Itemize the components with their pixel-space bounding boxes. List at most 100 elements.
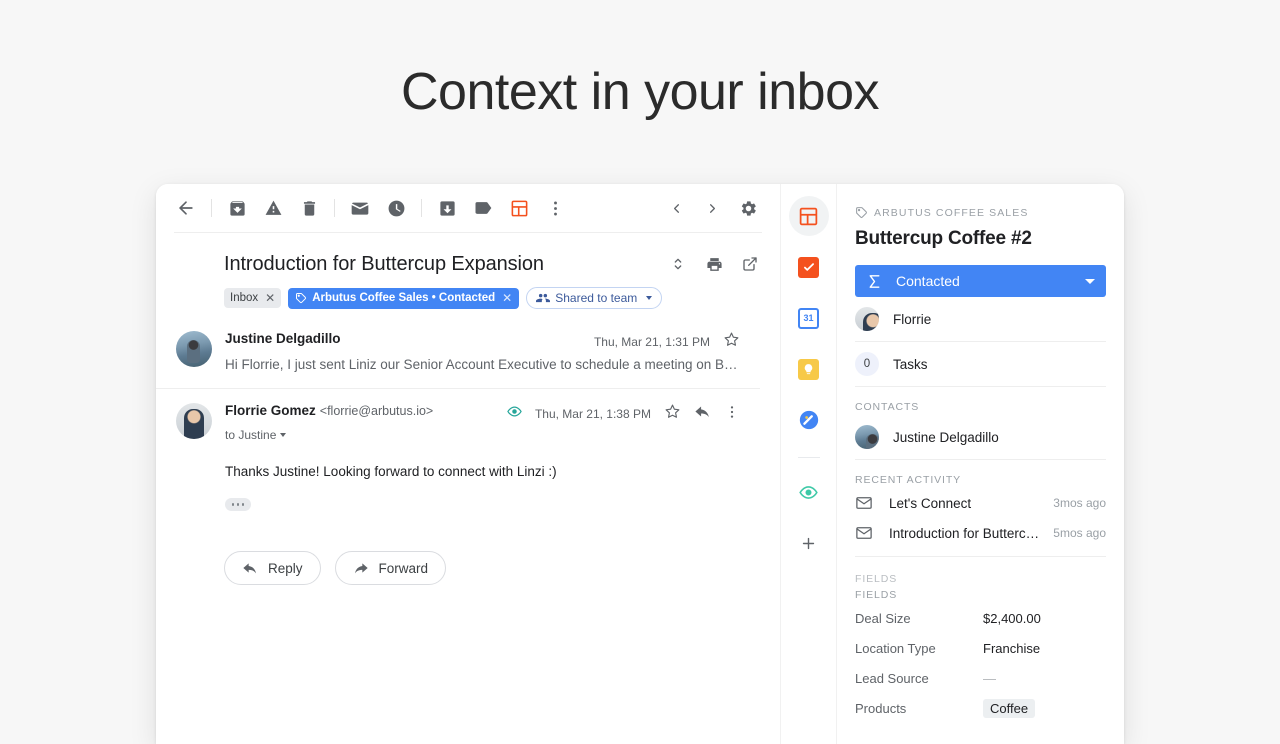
thread-header: Introduction for Buttercup Expansion Inb… — [156, 233, 780, 309]
reply-icon[interactable] — [694, 403, 711, 425]
crm-field-value: Coffee — [983, 698, 1036, 718]
crm-activity-time: 3mos ago — [1053, 496, 1106, 510]
show-trimmed-content-icon[interactable] — [225, 498, 251, 511]
read-receipt-icon[interactable] — [789, 472, 829, 512]
calendar-date-label: 31 — [800, 309, 817, 327]
crm-field-row[interactable]: Lead Source — — [855, 663, 1106, 693]
mark-unread-icon[interactable] — [342, 190, 378, 226]
message-actions: Reply Forward — [156, 521, 760, 585]
star-icon[interactable] — [664, 403, 681, 425]
crm-field-key: Lead Source — [855, 670, 929, 686]
print-icon[interactable] — [704, 254, 724, 274]
crm-pipeline-label: Arbutus Coffee Sales — [874, 206, 1029, 219]
crm-pipeline: Arbutus Coffee Sales — [855, 206, 1106, 219]
crm-field-row[interactable]: Deal Size $2,400.00 — [855, 603, 1106, 633]
chip-streak-label[interactable]: Arbutus Coffee Sales • Contacted ✕ — [288, 287, 520, 309]
forward-button[interactable]: Forward — [334, 551, 447, 585]
message-more-options-icon[interactable] — [724, 404, 740, 425]
more-options-icon[interactable] — [537, 190, 573, 226]
crm-stage-label: Contacted — [896, 273, 960, 289]
settings-gear-icon[interactable] — [730, 190, 766, 226]
streak-boxes-icon[interactable] — [501, 190, 537, 226]
message-body: Thanks Justine! Looking forward to conne… — [225, 464, 557, 479]
crm-assignee-name: Florrie — [893, 311, 932, 327]
crm-field-key: Location Type — [855, 640, 936, 656]
google-tasks-icon[interactable] — [789, 247, 829, 287]
crm-divider — [855, 556, 1106, 557]
newer-message-button[interactable] — [658, 190, 694, 226]
report-spam-icon[interactable] — [255, 190, 291, 226]
star-icon[interactable] — [723, 331, 740, 353]
crm-activity-time: 5mos ago — [1053, 526, 1106, 540]
crm-activity-name: Let's Connect — [889, 495, 972, 511]
crm-field-row[interactable]: Location Type Franchise — [855, 633, 1106, 663]
snooze-icon[interactable] — [378, 190, 414, 226]
read-receipt-icon — [507, 404, 522, 424]
chevron-down-icon[interactable] — [646, 296, 653, 300]
chevron-down-icon[interactable] — [280, 433, 287, 437]
crm-contacts-heading: Contacts — [855, 401, 920, 413]
older-message-button[interactable] — [694, 190, 730, 226]
email-icon — [855, 493, 875, 513]
crm-assignee-row[interactable]: Florrie — [855, 297, 1106, 341]
thread-actions — [668, 251, 760, 274]
labels-icon[interactable] — [465, 190, 501, 226]
forward-button-label: Forward — [378, 560, 429, 576]
crm-tasks-row[interactable]: 0 Tasks — [855, 342, 1106, 386]
google-keep-icon[interactable] — [789, 349, 829, 389]
crm-box-title: Buttercup Coffee #2 — [855, 228, 1032, 249]
message-date: Thu, Mar 21, 1:31 PM — [593, 335, 710, 349]
crm-field-value: — — [983, 670, 996, 686]
crm-activity-row[interactable]: Let's Connect 3mos ago — [855, 488, 1106, 518]
crm-contact-row[interactable]: Justine Delgadillo — [855, 415, 1106, 459]
message-recipients[interactable]: to Justine — [225, 428, 740, 442]
chip-shared-to-team[interactable]: Shared to team — [526, 287, 663, 309]
rail-divider — [797, 457, 820, 458]
chip-streak-text: Arbutus Coffee Sales • Contacted — [312, 292, 496, 304]
streak-crm-panel: Arbutus Coffee Sales Buttercup Coffee #2… — [836, 184, 1124, 744]
mail-toolbar — [156, 184, 780, 232]
thread-subject: Introduction for Buttercup Expansion — [224, 253, 544, 275]
move-to-icon[interactable] — [429, 190, 465, 226]
chip-shared-label: Shared to team — [555, 291, 638, 305]
delete-icon[interactable] — [291, 190, 327, 226]
label-chips: Inbox ✕ Arbutus Coffee Sales • Contacted… — [224, 287, 760, 309]
crm-contact-name: Justine Delgadillo — [893, 429, 999, 445]
streak-addon-icon[interactable] — [788, 196, 829, 236]
collapse-all-icon[interactable] — [668, 254, 688, 274]
crm-divider — [855, 386, 1106, 387]
message-sender: Justine Delgadillo — [225, 331, 341, 346]
message-sender-email: <florrie@arbutus.io> — [319, 404, 434, 418]
crm-divider — [855, 459, 1106, 460]
crm-field-key: Deal Size — [855, 610, 911, 626]
avatar — [176, 331, 212, 367]
message-collapsed[interactable]: Justine Delgadillo Thu, Mar 21, 1:31 PM … — [156, 309, 780, 389]
chip-streak-remove-icon[interactable]: ✕ — [502, 288, 512, 308]
crm-activity-name: Introduction for Butterc… — [889, 525, 1040, 541]
archive-icon[interactable] — [219, 190, 255, 226]
google-contacts-icon[interactable] — [789, 400, 829, 440]
chip-inbox[interactable]: Inbox ✕ — [224, 288, 282, 308]
reply-button[interactable]: Reply — [224, 551, 321, 585]
crm-activity-row[interactable]: Introduction for Butterc… 5mos ago — [855, 518, 1106, 548]
message-sender: Florrie Gomez <florrie@arbutus.io> — [225, 403, 433, 418]
message-sender-name: Florrie Gomez — [225, 403, 316, 418]
add-addon-icon[interactable] — [789, 523, 829, 563]
google-calendar-icon[interactable]: 31 — [789, 298, 829, 338]
crm-tasks-label: Tasks — [893, 356, 928, 372]
email-icon — [855, 523, 875, 543]
crm-field-row[interactable]: Products Coffee — [855, 693, 1106, 723]
message-date: Thu, Mar 21, 1:38 PM — [534, 407, 651, 421]
back-button[interactable] — [168, 190, 204, 226]
crm-field-key: Products — [855, 700, 907, 716]
chevron-down-icon[interactable] — [1085, 278, 1095, 284]
mail-pane: Introduction for Buttercup Expansion Inb… — [156, 184, 780, 744]
chip-inbox-remove-icon[interactable]: ✕ — [265, 288, 275, 308]
crm-stage-selector[interactable]: Contacted — [855, 265, 1106, 297]
open-in-new-window-icon[interactable] — [740, 254, 760, 274]
avatar — [176, 403, 212, 439]
avatar — [855, 307, 879, 331]
chip-inbox-label: Inbox — [230, 292, 259, 304]
message-snippet: Hi Florrie, I just sent Liniz our Senior… — [225, 357, 740, 372]
message-expanded: Florrie Gomez <florrie@arbutus.io> Thu, M… — [156, 389, 780, 585]
